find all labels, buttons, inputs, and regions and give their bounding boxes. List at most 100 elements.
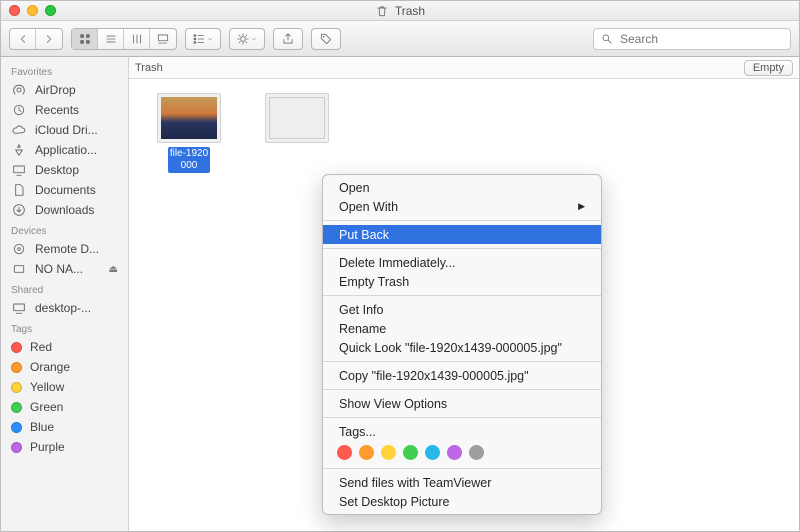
sidebar-tag-green[interactable]: Green (1, 397, 128, 417)
menu-separator (323, 248, 601, 249)
sidebar-item-label: NO NA... (35, 262, 83, 276)
menu-item[interactable]: Rename (323, 319, 601, 338)
sidebar: Favorites AirDrop Recents iCloud Dri... … (1, 57, 129, 531)
empty-trash-button[interactable]: Empty (744, 60, 793, 76)
file-item[interactable] (251, 93, 343, 143)
tags-button[interactable] (311, 28, 341, 50)
menu-item[interactable]: Delete Immediately... (323, 253, 601, 272)
menu-item[interactable]: Copy "file-1920x1439-000005.jpg" (323, 366, 601, 385)
share-button[interactable] (273, 28, 303, 50)
sidebar-group-shared: Shared (1, 279, 128, 298)
menu-item-label: Open (339, 181, 370, 195)
view-switcher (71, 28, 177, 50)
sidebar-item-icloud[interactable]: iCloud Dri... (1, 120, 128, 140)
sidebar-item-label: Recents (35, 103, 79, 117)
view-list-button[interactable] (98, 29, 124, 49)
titlebar: Trash (1, 1, 799, 21)
sidebar-tag-blue[interactable]: Blue (1, 417, 128, 437)
sidebar-tag-yellow[interactable]: Yellow (1, 377, 128, 397)
sidebar-item-label: Green (30, 400, 63, 414)
forward-button[interactable] (36, 29, 62, 49)
view-gallery-button[interactable] (150, 29, 176, 49)
sidebar-item-documents[interactable]: Documents (1, 180, 128, 200)
menu-separator (323, 361, 601, 362)
menu-item[interactable]: Send files with TeamViewer (323, 473, 601, 492)
cloud-icon (11, 122, 27, 138)
action-menu-button[interactable] (229, 28, 265, 50)
sidebar-item-label: Applicatio... (35, 143, 97, 157)
window-title: Trash (395, 4, 425, 18)
search-field[interactable] (593, 28, 791, 50)
zoom-window-button[interactable] (45, 5, 56, 16)
menu-separator (323, 220, 601, 221)
tag-color-swatch[interactable] (469, 445, 484, 460)
sidebar-tag-purple[interactable]: Purple (1, 437, 128, 457)
menu-item[interactable]: Put Back (323, 225, 601, 244)
sidebar-item-label: Downloads (35, 203, 94, 217)
tag-dot-icon (11, 442, 22, 453)
documents-icon (11, 182, 27, 198)
sidebar-item-downloads[interactable]: Downloads (1, 200, 128, 220)
tag-dot-icon (11, 342, 22, 353)
tag-color-swatch[interactable] (447, 445, 462, 460)
search-input[interactable] (620, 32, 784, 46)
view-columns-button[interactable] (124, 29, 150, 49)
tag-color-swatch[interactable] (381, 445, 396, 460)
tag-dot-icon (11, 422, 22, 433)
menu-item[interactable]: Get Info (323, 300, 601, 319)
window-controls (9, 5, 56, 16)
sidebar-item-recents[interactable]: Recents (1, 100, 128, 120)
close-window-button[interactable] (9, 5, 20, 16)
tag-color-swatch[interactable] (359, 445, 374, 460)
tag-color-swatch[interactable] (337, 445, 352, 460)
menu-item[interactable]: Quick Look "file-1920x1439-000005.jpg" (323, 338, 601, 357)
icon-grid[interactable]: file-1920000 Open Open With▶ Put Back Delet… (129, 79, 799, 531)
group-by-button[interactable] (185, 28, 221, 50)
clock-icon (11, 102, 27, 118)
sidebar-item-label: Yellow (30, 380, 64, 394)
sidebar-item-volume[interactable]: NO NA... ⏏ (1, 259, 128, 279)
nav-buttons (9, 28, 63, 50)
menu-item-label: Copy "file-1920x1439-000005.jpg" (339, 369, 529, 383)
sidebar-item-desktop[interactable]: Desktop (1, 160, 128, 180)
menu-item-label: Empty Trash (339, 275, 409, 289)
menu-item[interactable]: Open (323, 178, 601, 197)
menu-item-label: Rename (339, 322, 386, 336)
menu-item[interactable]: Show View Options (323, 394, 601, 413)
menu-item-label: Delete Immediately... (339, 256, 455, 270)
menu-item-label: Get Info (339, 303, 383, 317)
sidebar-item-airdrop[interactable]: AirDrop (1, 80, 128, 100)
menu-item-label: Open With (339, 200, 398, 214)
downloads-icon (11, 202, 27, 218)
menu-separator (323, 295, 601, 296)
menu-item[interactable]: Empty Trash (323, 272, 601, 291)
menu-separator (323, 468, 601, 469)
tag-color-swatch[interactable] (425, 445, 440, 460)
sidebar-item-applications[interactable]: Applicatio... (1, 140, 128, 160)
monitor-icon (11, 300, 27, 316)
menu-item[interactable]: Tags... (323, 422, 601, 441)
sidebar-item-label: Documents (35, 183, 96, 197)
eject-icon[interactable]: ⏏ (109, 264, 118, 275)
minimize-window-button[interactable] (27, 5, 38, 16)
sidebar-item-shared-desktop[interactable]: desktop-... (1, 298, 128, 318)
sidebar-item-remote-disc[interactable]: Remote D... (1, 239, 128, 259)
menu-item-label: Show View Options (339, 397, 447, 411)
menu-item[interactable]: Set Desktop Picture (323, 492, 601, 511)
back-button[interactable] (10, 29, 36, 49)
menu-item[interactable]: Open With▶ (323, 197, 601, 216)
context-menu: Open Open With▶ Put Back Delete Immediately… (322, 174, 602, 515)
sidebar-item-label: Blue (30, 420, 54, 434)
view-icons-button[interactable] (72, 29, 98, 49)
tag-color-swatch[interactable] (403, 445, 418, 460)
sidebar-tag-red[interactable]: Red (1, 337, 128, 357)
file-thumbnail (157, 93, 221, 143)
airdrop-icon (11, 82, 27, 98)
file-name-label: file-1920000 (168, 147, 210, 173)
menu-item-label: Quick Look "file-1920x1439-000005.jpg" (339, 341, 562, 355)
file-item-selected[interactable]: file-1920000 (143, 93, 235, 173)
menu-separator (323, 389, 601, 390)
sidebar-item-label: Orange (30, 360, 70, 374)
sidebar-group-favorites: Favorites (1, 61, 128, 80)
sidebar-tag-orange[interactable]: Orange (1, 357, 128, 377)
